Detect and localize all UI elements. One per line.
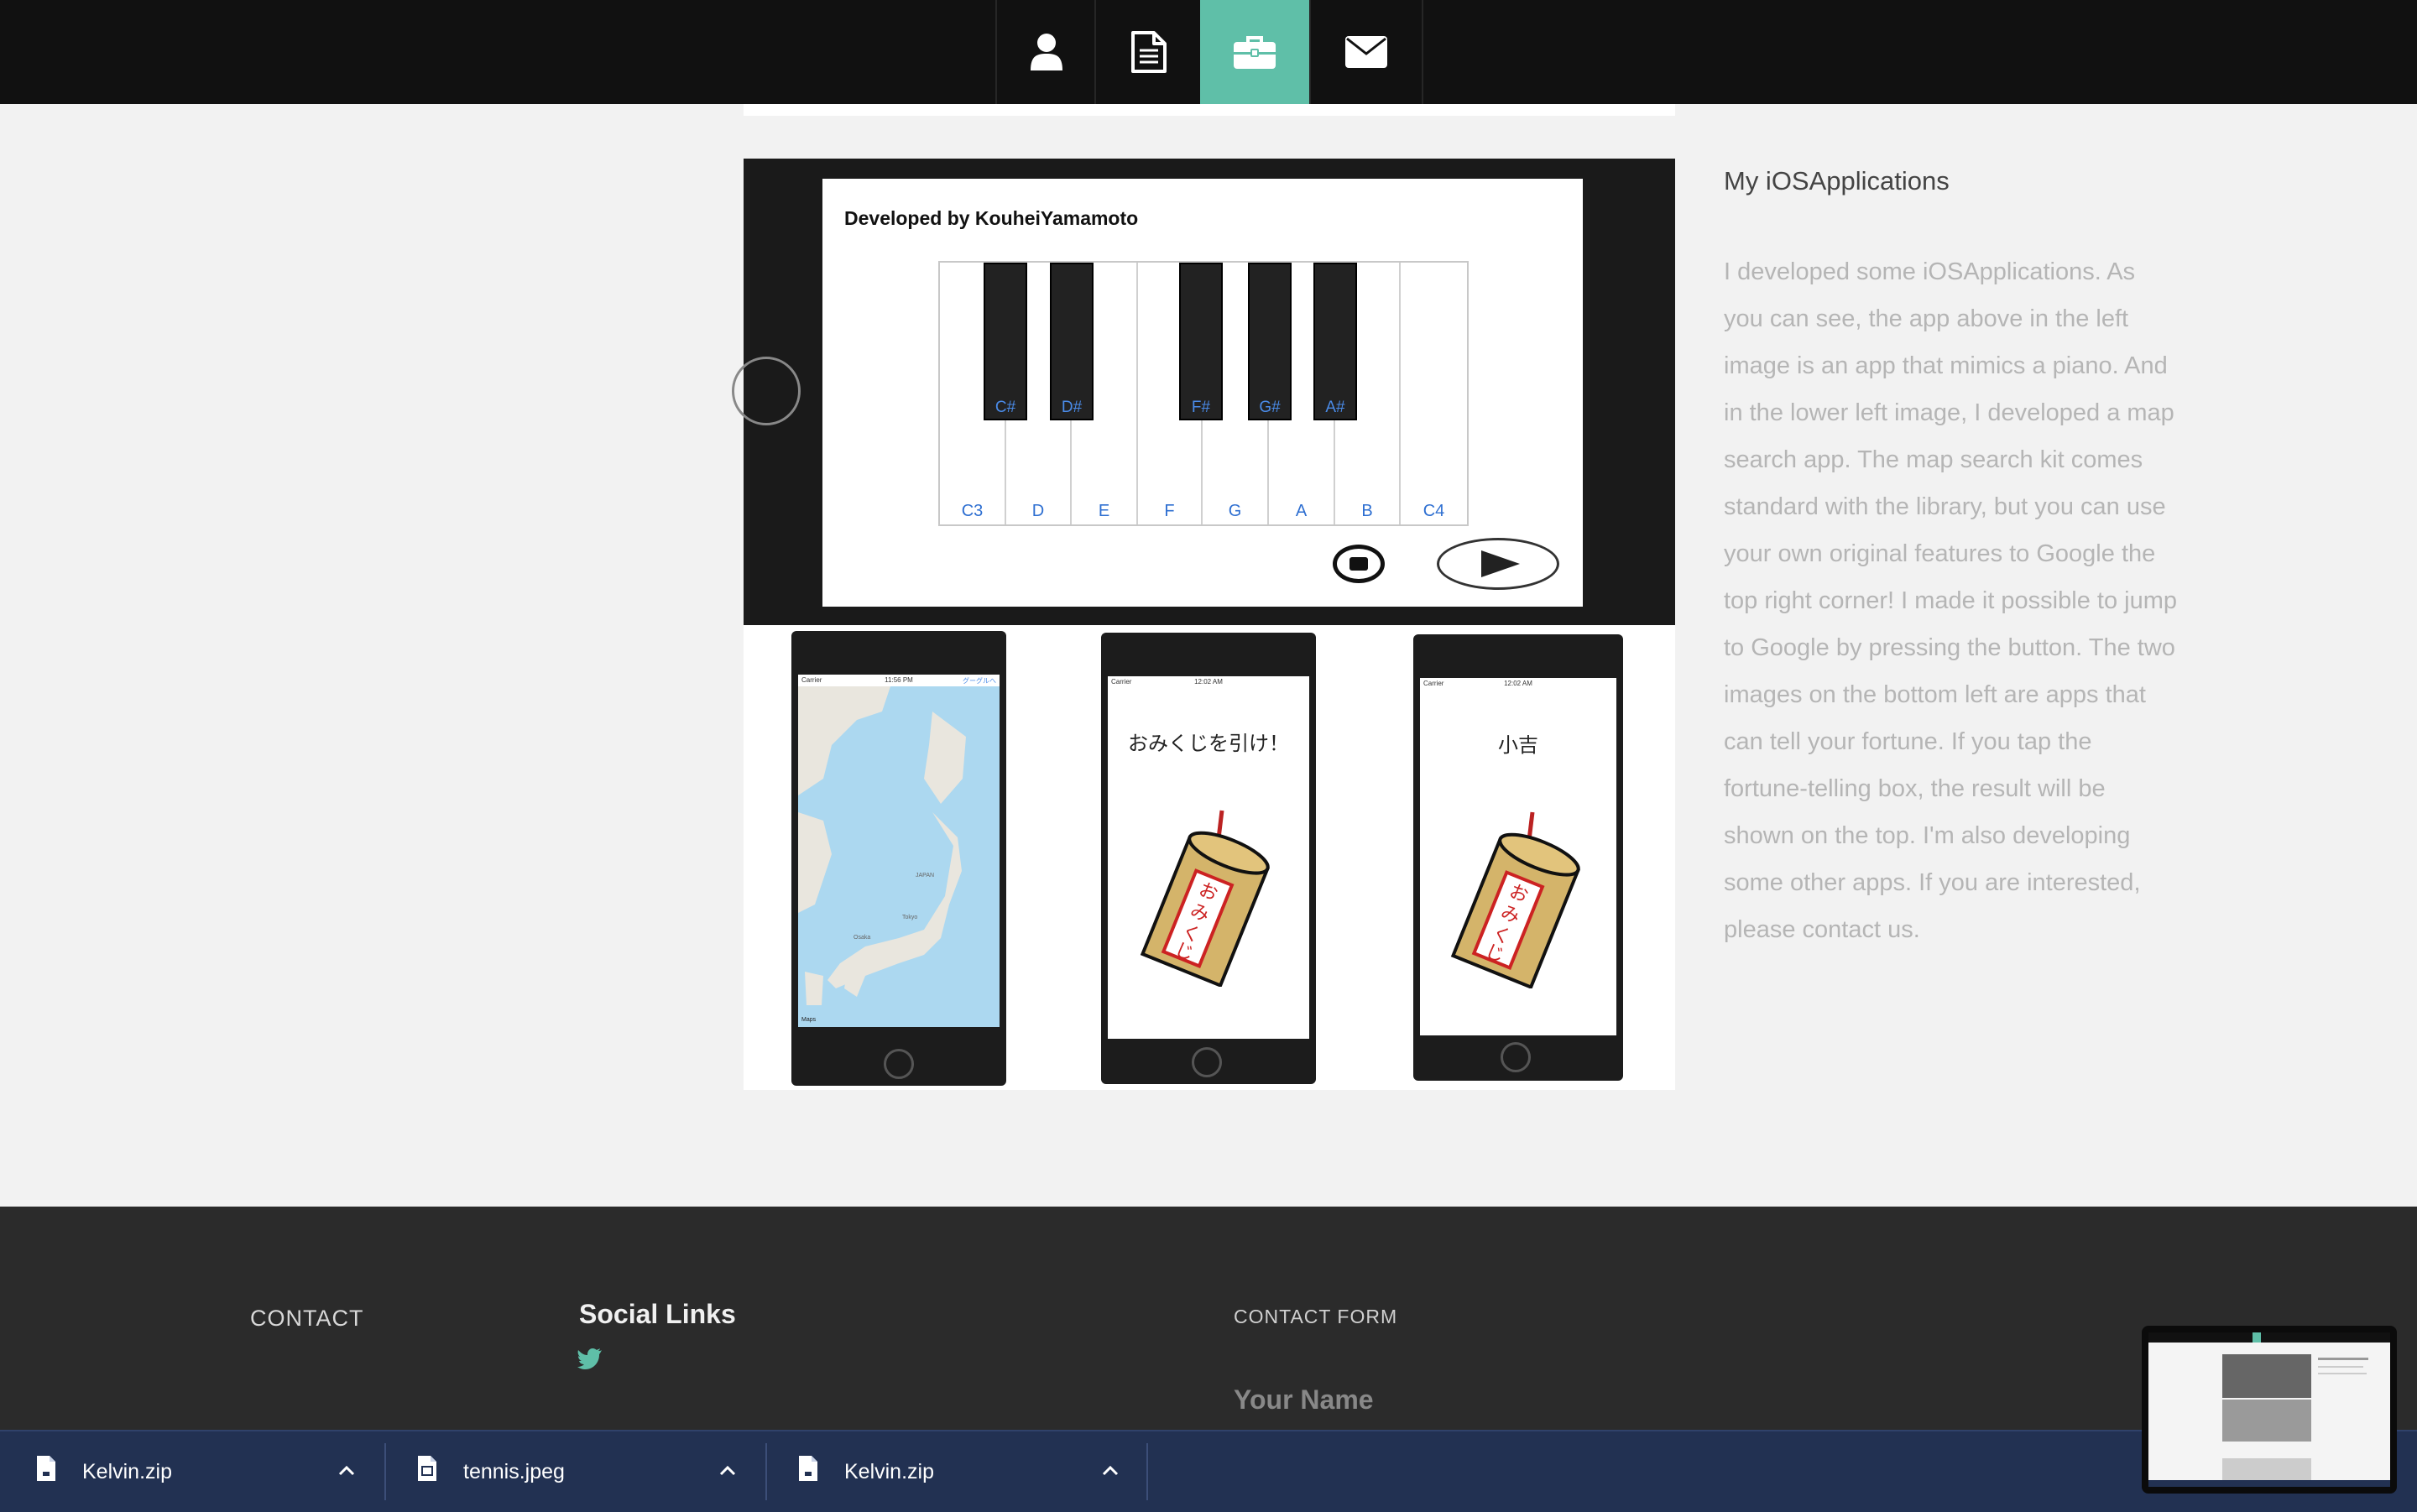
omikuji-box-icon[interactable]: お み く じ xyxy=(1133,802,1284,987)
previous-card-bottom xyxy=(744,104,1675,116)
piano-key-g-sharp: G# xyxy=(1248,263,1292,420)
omikuji-app-screenshot: Carrier 12:02 AM おみくじを引け！ お み く じ xyxy=(1101,633,1316,1084)
image-file-icon xyxy=(418,1456,436,1481)
footer: CONTACT Social Links CONTACT FORM Your N… xyxy=(0,1207,2417,1430)
download-item[interactable]: Kelvin.zip xyxy=(767,1431,1145,1512)
preview-content xyxy=(2148,1332,2390,1487)
preview-image xyxy=(2222,1354,2311,1398)
ios-apps-gallery: Developed by KouheiYamamoto C3 D E F G A… xyxy=(732,159,1675,1090)
social-links-heading: Social Links xyxy=(579,1299,736,1329)
chevron-up-icon[interactable] xyxy=(1099,1460,1121,1482)
key-label: F xyxy=(1164,502,1175,520)
status-bar: Carrier 12:02 AM xyxy=(1420,678,1616,690)
zip-file-icon xyxy=(799,1456,817,1481)
key-label: D# xyxy=(1061,399,1083,416)
key-label: C# xyxy=(994,399,1016,416)
stop-icon xyxy=(1333,545,1385,583)
key-label: G# xyxy=(1259,399,1281,416)
map-label-tokyo: Tokyo xyxy=(902,915,918,920)
document-icon xyxy=(1131,31,1167,73)
section-title: My iOSApplications xyxy=(1724,166,1950,196)
map-app-screen: Carrier 11:56 PM グーグルへ JAPAN Tokyo Osaka… xyxy=(798,675,1000,1027)
download-filename: Kelvin.zip xyxy=(844,1460,934,1483)
key-label: C4 xyxy=(1423,502,1445,520)
phone-home-button xyxy=(1192,1047,1222,1077)
download-filename: tennis.jpeg xyxy=(463,1460,565,1483)
omikuji-app-screen: Carrier 12:02 AM おみくじを引け！ お み く じ xyxy=(1108,676,1309,1039)
key-label: G xyxy=(1228,502,1242,520)
chevron-up-icon[interactable] xyxy=(717,1460,739,1482)
envelope-icon xyxy=(1345,36,1387,68)
omikuji-box-icon[interactable]: お み く じ xyxy=(1443,804,1595,988)
piano-key-a-sharp: A# xyxy=(1313,263,1357,420)
key-label: B xyxy=(1361,502,1373,520)
phone-home-button xyxy=(884,1049,914,1079)
window-preview-thumbnail[interactable] xyxy=(2142,1326,2397,1494)
preview-download-bar xyxy=(2148,1480,2390,1487)
omikuji-title: おみくじを引け！ xyxy=(1128,733,1289,755)
status-bar: Carrier 11:56 PM グーグルへ xyxy=(798,675,1000,686)
time-label: 12:02 AM xyxy=(1504,680,1532,687)
download-item[interactable]: Kelvin.zip xyxy=(0,1431,383,1512)
omikuji-result-label: 小吉 xyxy=(1498,734,1538,757)
piano-key-f-sharp: F# xyxy=(1179,263,1223,420)
preview-text-line xyxy=(2318,1358,2368,1360)
play-icon xyxy=(1437,538,1559,590)
piano-key-c4: C4 xyxy=(1401,263,1467,524)
chevron-up-icon[interactable] xyxy=(336,1460,358,1482)
key-label: E xyxy=(1098,502,1110,520)
key-label: F# xyxy=(1191,399,1211,416)
maps-attribution: Maps xyxy=(801,1017,817,1023)
contact-form-heading: CONTACT FORM xyxy=(1234,1306,1398,1327)
briefcase-icon xyxy=(1234,36,1276,69)
key-label: D xyxy=(1031,502,1045,520)
zip-file-icon xyxy=(37,1456,55,1481)
divider xyxy=(1146,1443,1148,1500)
preview-text-line xyxy=(2318,1373,2367,1374)
omikuji-result-screen: Carrier 12:02 AM 小吉 お み く じ xyxy=(1420,678,1616,1035)
map-label-japan: JAPAN xyxy=(916,873,935,879)
contact-heading: CONTACT xyxy=(250,1306,364,1331)
user-icon xyxy=(1031,34,1062,70)
phone-home-button xyxy=(732,357,801,425)
download-item[interactable]: tennis.jpeg xyxy=(386,1431,764,1512)
google-link: グーグルへ xyxy=(963,677,996,685)
key-label: C3 xyxy=(961,502,984,520)
phone-home-button xyxy=(1501,1042,1531,1072)
piano-app-screenshot: Developed by KouheiYamamoto C3 D E F G A… xyxy=(732,159,1675,625)
name-field-label[interactable]: Your Name xyxy=(1234,1384,1374,1416)
nav-about-button[interactable] xyxy=(995,0,1096,104)
nav-portfolio-button[interactable] xyxy=(1200,0,1309,104)
preview-nav xyxy=(2148,1332,2390,1343)
preview-active-tab xyxy=(2253,1332,2261,1343)
time-label: 12:02 AM xyxy=(1194,678,1223,686)
downloads-bar: Kelvin.zip tennis.jpeg Kelvin.zip xyxy=(0,1430,2417,1512)
piano-keyboard: C3 D E F G A B C4 C# D# F# G# A# xyxy=(938,261,1469,526)
map-app-screenshot: Carrier 11:56 PM グーグルへ JAPAN Tokyo Osaka… xyxy=(791,631,1006,1086)
piano-key-d-sharp: D# xyxy=(1050,263,1094,420)
developer-label: Developed by KouheiYamamoto xyxy=(844,207,1139,229)
twitter-link[interactable] xyxy=(577,1348,603,1374)
preview-text-line xyxy=(2318,1366,2363,1368)
nav-contact-button[interactable] xyxy=(1309,0,1423,104)
section-description: I developed some iOSApplications. As you… xyxy=(1724,258,2177,943)
map-label-osaka: Osaka xyxy=(854,935,871,941)
download-filename: Kelvin.zip xyxy=(82,1460,172,1483)
nav-resume-button[interactable] xyxy=(1094,0,1202,104)
omikuji-result-screenshot: Carrier 12:02 AM 小吉 お み く じ xyxy=(1413,634,1623,1081)
japan-map xyxy=(798,686,966,1005)
key-label: A xyxy=(1295,502,1308,520)
twitter-icon xyxy=(577,1348,602,1369)
key-label: A# xyxy=(1325,399,1345,416)
piano-key-c-sharp: C# xyxy=(984,263,1027,420)
status-bar: Carrier 12:02 AM xyxy=(1108,676,1309,688)
piano-app-screen: Developed by KouheiYamamoto C3 D E F G A… xyxy=(822,179,1583,607)
top-navigation xyxy=(0,0,2417,104)
preview-image xyxy=(2222,1400,2311,1442)
